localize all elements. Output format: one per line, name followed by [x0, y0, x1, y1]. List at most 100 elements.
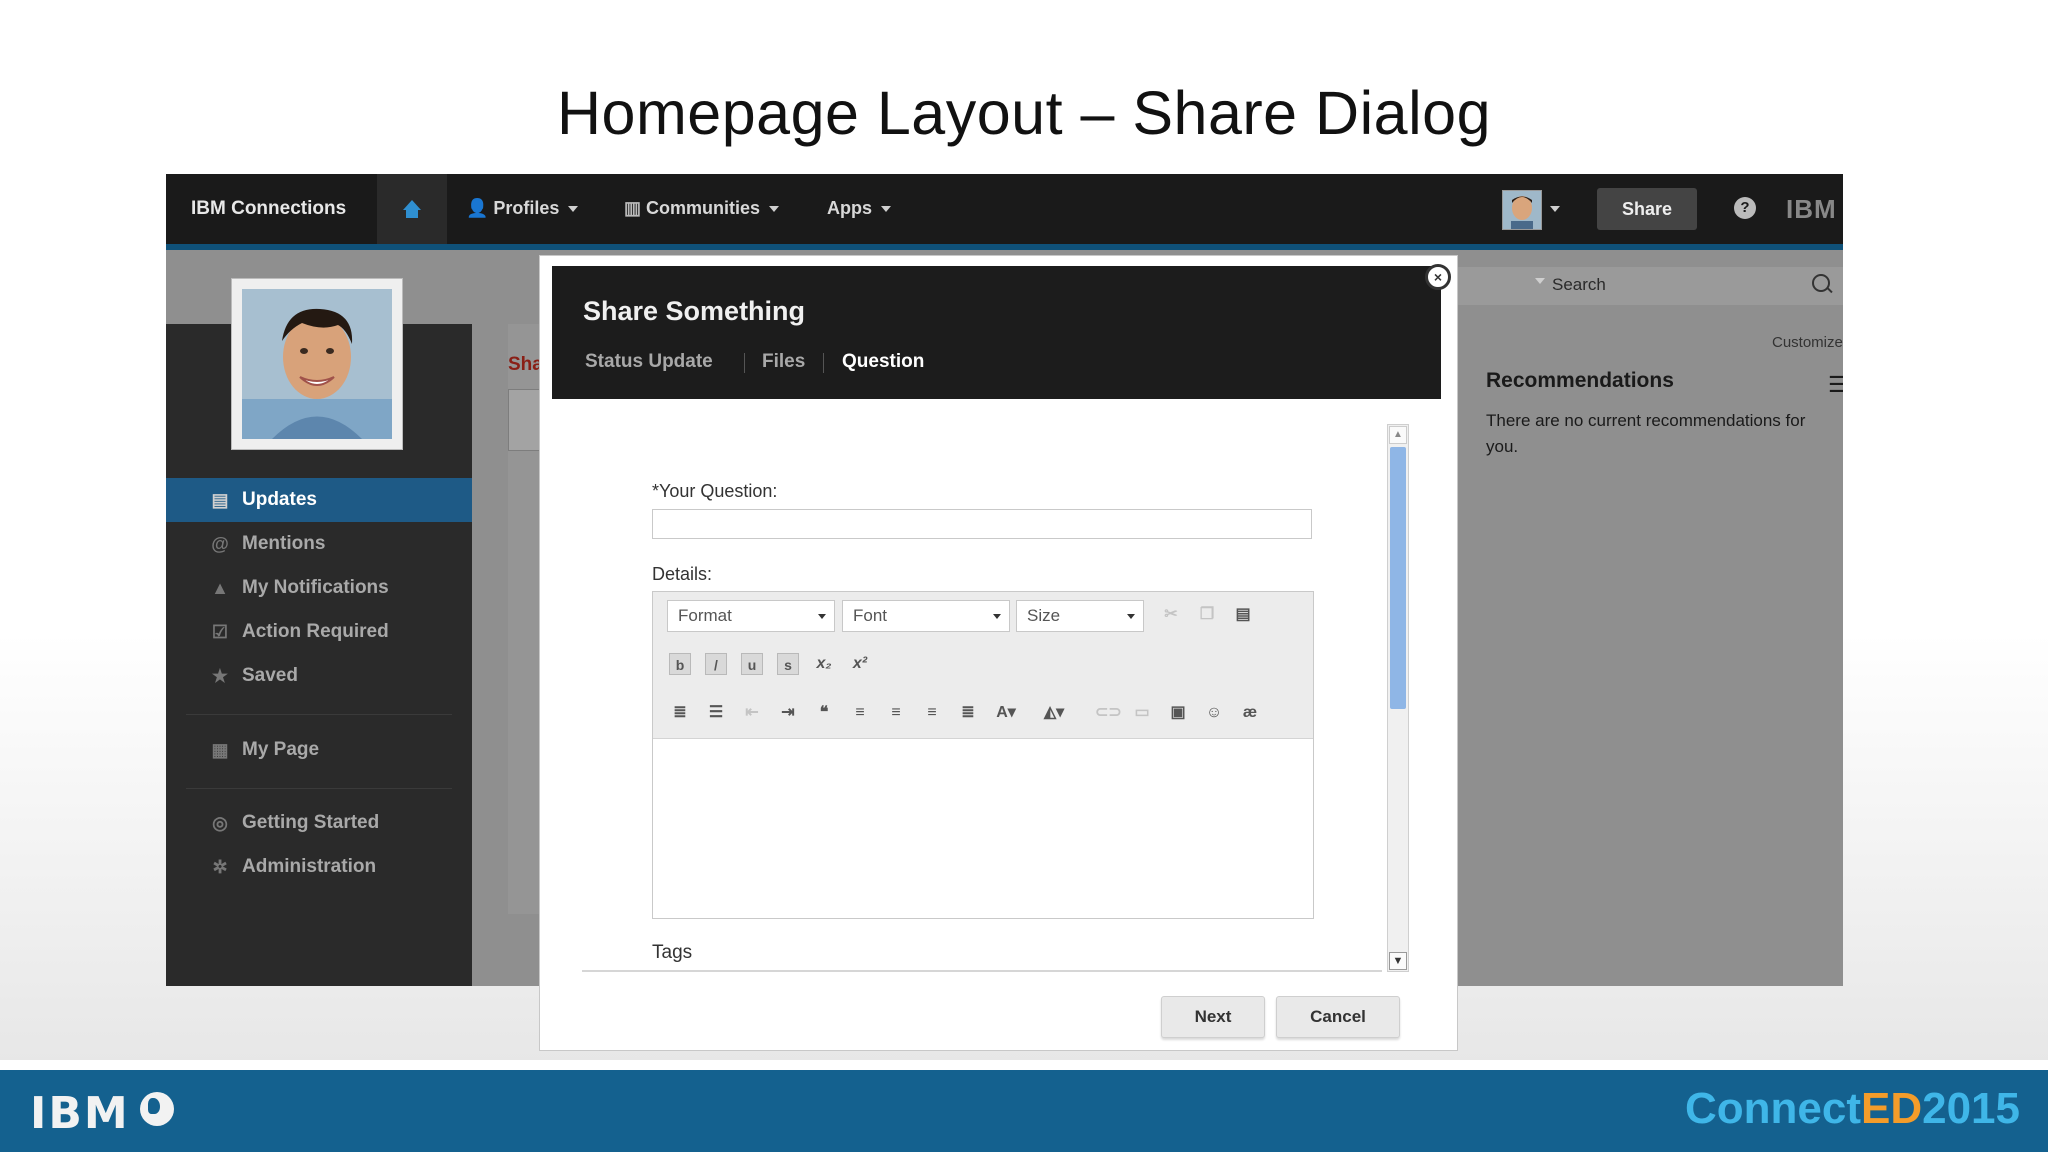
sidebar-divider [186, 714, 452, 715]
sidebar-item-action-required[interactable]: ☑ Action Required [166, 610, 472, 654]
nav-communities[interactable]: ▥ Communities [624, 198, 780, 219]
cut-icon[interactable]: ✂ [1160, 604, 1182, 626]
strikethrough-icon[interactable]: s [777, 653, 799, 675]
search-icon[interactable] [1812, 274, 1830, 292]
size-select[interactable]: Size [1016, 600, 1144, 632]
sidebar-divider [186, 788, 452, 789]
sidebar-item-mentions[interactable]: @ Mentions [166, 522, 472, 566]
sidebar-item-administration[interactable]: ✲ Administration [166, 845, 472, 889]
tab-question[interactable]: Question [842, 351, 924, 373]
bullet-list-icon[interactable]: ☰ [705, 702, 727, 724]
search-scope-chevron-icon[interactable] [1535, 278, 1545, 284]
chevron-down-icon [1127, 614, 1135, 619]
rich-text-editor[interactable]: Format Font Size ✂ ❐ ▤ b / u s x₂ x² ≣ ☰… [652, 591, 1314, 919]
emoticon-icon[interactable]: ☺ [1203, 702, 1225, 724]
scroll-down-icon[interactable]: ▼ [1389, 952, 1407, 970]
dialog-header: Share Something Status Update Files Ques… [552, 266, 1441, 399]
nav-accent-bar [166, 244, 1843, 250]
chevron-down-icon [881, 206, 891, 213]
nav-profiles[interactable]: 👤 Profiles [466, 198, 579, 219]
next-button[interactable]: Next [1161, 996, 1265, 1038]
profile-image [242, 289, 392, 439]
align-right-icon[interactable]: ≡ [921, 702, 943, 724]
justify-icon[interactable]: ≣ [957, 702, 979, 724]
menu-icon[interactable]: ☰ [1828, 372, 1843, 398]
special-char-icon[interactable]: æ [1239, 702, 1261, 724]
link-icon[interactable]: ⊂⊃ [1095, 702, 1122, 724]
tab-status-update[interactable]: Status Update [585, 351, 713, 373]
search-input[interactable] [1456, 267, 1843, 305]
superscript-icon[interactable]: x² [849, 653, 871, 675]
bold-icon[interactable]: b [669, 653, 691, 675]
tab-separator [744, 353, 745, 373]
indent-icon[interactable]: ⇥ [777, 702, 799, 724]
highlight-color-icon[interactable]: ◭▾ [1043, 702, 1065, 724]
chevron-down-icon [769, 206, 780, 213]
text-color-icon[interactable]: A▾ [995, 702, 1017, 724]
home-button[interactable] [377, 174, 447, 244]
format-select[interactable]: Format [667, 600, 835, 632]
editor-toolbar-row-2: b / u s x₂ x² [653, 640, 1313, 689]
dialog-title: Share Something [583, 296, 806, 326]
sidebar-item-saved[interactable]: ★ Saved [166, 654, 472, 698]
home-icon [403, 200, 421, 218]
sidebar-item-getting-started[interactable]: ◎ Getting Started [166, 801, 472, 845]
paste-icon[interactable]: ▤ [1232, 604, 1254, 626]
profile-photo[interactable] [231, 278, 403, 450]
italic-icon[interactable]: / [705, 653, 727, 675]
numbered-list-icon[interactable]: ≣ [669, 702, 691, 724]
tab-files[interactable]: Files [762, 351, 805, 373]
recommendations-title: Recommendations [1486, 369, 1674, 392]
star-icon: ★ [211, 666, 229, 686]
share-heading-partial: Sha [508, 354, 543, 375]
align-center-icon[interactable]: ≡ [885, 702, 907, 724]
editor-toolbar-row-3: ≣ ☰ ⇤ ⇥ ❝ ≡ ≡ ≡ ≣ A▾ ◭▾ ⊂⊃ ▭ ▣ ☺ æ [653, 688, 1313, 739]
font-select[interactable]: Font [842, 600, 1010, 632]
ibm-logo-small: IBM [1786, 194, 1837, 224]
at-icon: @ [211, 534, 229, 554]
sidebar-item-my-notifications[interactable]: ▲ My Notifications [166, 566, 472, 610]
dialog-scrollbar[interactable]: ▲ ▼ [1387, 424, 1409, 972]
user-avatar[interactable] [1502, 190, 1542, 230]
communities-icon: ▥ [624, 198, 647, 218]
blockquote-icon[interactable]: ❝ [813, 702, 835, 724]
bell-icon: ▲ [211, 578, 229, 598]
chevron-down-icon [568, 206, 579, 213]
question-input[interactable] [652, 509, 1312, 539]
customize-link[interactable]: Customize [1772, 334, 1843, 351]
tab-separator [823, 353, 824, 373]
share-button[interactable]: Share [1597, 188, 1697, 230]
person-icon: 👤 [466, 198, 494, 218]
subscript-icon[interactable]: x₂ [813, 653, 835, 675]
details-label: Details: [652, 564, 713, 584]
scroll-up-icon[interactable]: ▲ [1389, 426, 1407, 444]
recommendations-text: There are no current recommendations for… [1486, 411, 1806, 456]
help-icon[interactable]: ? [1734, 197, 1756, 219]
underline-icon[interactable]: u [741, 653, 763, 675]
close-icon[interactable]: × [1425, 264, 1451, 290]
avatar-menu-chevron-icon[interactable] [1550, 206, 1560, 212]
footer-separator [0, 1060, 2048, 1070]
unlink-icon[interactable]: ▭ [1131, 702, 1153, 724]
clipboard-icon: ☑ [211, 622, 229, 642]
chevron-down-icon [818, 614, 826, 619]
brand-label[interactable]: IBM Connections [191, 198, 346, 220]
scroll-thumb[interactable] [1390, 447, 1406, 709]
copy-icon[interactable]: ❐ [1196, 604, 1218, 626]
image-icon[interactable]: ▣ [1167, 702, 1189, 724]
outdent-icon[interactable]: ⇤ [741, 702, 763, 724]
gear-icon: ✲ [212, 857, 228, 877]
avatar-image [1503, 191, 1541, 229]
align-left-icon[interactable]: ≡ [849, 702, 871, 724]
tags-label: Tags [652, 942, 693, 963]
cancel-button[interactable]: Cancel [1276, 996, 1400, 1038]
widgets-icon: ▦ [211, 740, 229, 760]
search-placeholder: Search [1552, 275, 1606, 294]
share-dialog: Share Something Status Update Files Ques… [539, 255, 1458, 1051]
sidebar-item-updates[interactable]: ▤ Updates [166, 478, 472, 522]
sidebar-item-my-page[interactable]: ▦ My Page [166, 728, 472, 772]
slide-title: Homepage Layout – Share Dialog [557, 79, 1491, 147]
compass-icon: ◎ [212, 813, 228, 833]
slide-footer: IBM ConnectED2015 [0, 1070, 2048, 1152]
nav-apps[interactable]: Apps [827, 198, 891, 219]
